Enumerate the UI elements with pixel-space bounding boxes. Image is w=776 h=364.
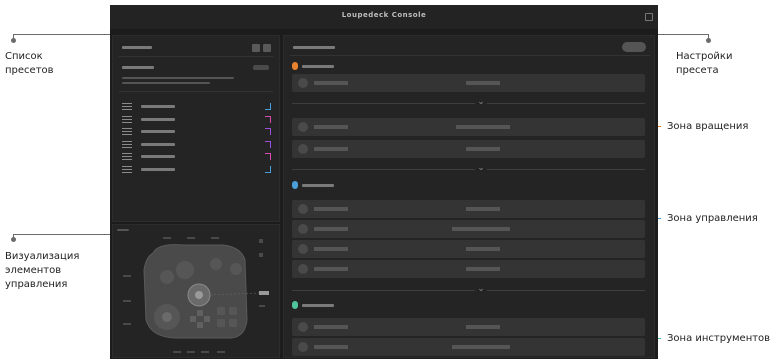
control-zone-row[interactable]: [292, 200, 645, 218]
annotation-preset-settings: Настройки пресета: [676, 51, 733, 76]
app-window: Loupedeck Console ⌄ ⌄ ⌄: [110, 5, 658, 359]
preset-list-item[interactable]: [119, 127, 273, 136]
top-center-dial: [210, 258, 222, 270]
side-button-1: [217, 307, 225, 315]
control-zone-title: [302, 184, 334, 187]
tools-zone-dot: [292, 301, 298, 309]
preset-list-item[interactable]: [119, 115, 273, 124]
annotation-visualization: Визуализация элементов управления: [5, 251, 80, 290]
preset-name: [141, 142, 175, 146]
active-preset-name[interactable]: [122, 66, 154, 69]
active-preset-toggle[interactable]: [253, 65, 269, 70]
rotation-zone-row[interactable]: [292, 74, 645, 92]
preset-name: [141, 167, 175, 171]
dpad-down: [197, 322, 203, 328]
rotation-zone-title: [302, 65, 334, 68]
preset-settings-divider: [290, 55, 650, 56]
preset-name: [141, 130, 175, 133]
dpad-up: [197, 310, 203, 316]
preset-color-icon: [265, 115, 271, 123]
annotation-line: [13, 234, 123, 235]
preset-list-item[interactable]: [119, 165, 273, 174]
preset-color-icon: [265, 103, 271, 110]
rotation-zone-dot: [292, 62, 298, 70]
preset-color-icon: [265, 153, 271, 160]
rotation-zone-separator: [292, 103, 645, 104]
dpad-left: [190, 316, 196, 322]
preset-list-item[interactable]: [119, 140, 273, 149]
drag-handle-icon[interactable]: [122, 165, 132, 173]
left-dial: [160, 270, 174, 284]
annotation-line: [13, 34, 123, 35]
control-zone-row[interactable]: [292, 260, 645, 278]
chevron-down-icon[interactable]: ⌄: [475, 164, 487, 173]
preset-name: [141, 117, 175, 121]
drag-handle-icon[interactable]: [122, 103, 132, 110]
preset-color-icon: [265, 128, 271, 135]
add-preset-button[interactable]: [252, 44, 260, 52]
preset-list-divider: [119, 91, 273, 92]
visualization-panel: [112, 224, 280, 358]
rotation-zone-row[interactable]: [292, 118, 645, 136]
preset-settings-header: [293, 46, 335, 49]
top-left-dial: [176, 261, 194, 279]
bottom-left-dial-center: [162, 312, 172, 322]
main-dial-center: [195, 291, 203, 299]
tools-zone-row[interactable]: [292, 318, 645, 336]
side-button-4: [229, 319, 237, 327]
preset-name: [141, 105, 175, 108]
drag-handle-icon[interactable]: [122, 115, 132, 123]
top-right-dial: [230, 263, 242, 275]
dpad-right: [204, 316, 210, 322]
annotation-tools-zone: Зона инструментов: [667, 333, 771, 344]
window-title: Loupedeck Console: [341, 11, 427, 19]
preset-color-icon: [265, 140, 271, 148]
preset-list-divider: [119, 56, 273, 57]
side-button-3: [217, 319, 225, 327]
rotation-zone-row[interactable]: [292, 140, 645, 158]
preset-settings-toggle[interactable]: [622, 42, 646, 52]
control-zone-row[interactable]: [292, 220, 645, 238]
active-preset-info: [122, 77, 234, 79]
preset-options-button[interactable]: [263, 44, 271, 52]
preset-list-panel: [112, 35, 280, 222]
annotation-preset-list: Список пресетов: [5, 51, 54, 76]
tools-zone-row[interactable]: [292, 338, 645, 356]
preset-list-item[interactable]: [119, 152, 273, 161]
title-bar: Loupedeck Console: [110, 5, 658, 29]
side-button-2: [229, 307, 237, 315]
control-zone-dot: [292, 181, 298, 189]
preset-settings-panel: ⌄ ⌄ ⌄: [283, 35, 655, 358]
active-preset-info: [122, 82, 210, 84]
rotation-zone-separator: [292, 169, 645, 170]
preset-color-icon: [265, 165, 271, 173]
drag-handle-icon[interactable]: [122, 128, 132, 135]
control-zone-separator: [292, 290, 645, 291]
window-square-icon[interactable]: [645, 13, 653, 21]
drag-handle-icon[interactable]: [122, 153, 132, 160]
drag-handle-icon[interactable]: [122, 140, 132, 148]
chevron-down-icon[interactable]: ⌄: [475, 98, 487, 107]
chevron-down-icon[interactable]: ⌄: [475, 285, 487, 294]
preset-name: [141, 155, 175, 158]
controller-visualization: [143, 244, 260, 339]
preset-list-header: [122, 46, 152, 49]
annotation-control-zone: Зона управления: [667, 213, 758, 224]
annotation-rotation-zone: Зона вращения: [667, 121, 749, 132]
control-zone-row[interactable]: [292, 240, 645, 258]
preset-list-item[interactable]: [119, 102, 273, 111]
tools-zone-title: [302, 304, 334, 307]
